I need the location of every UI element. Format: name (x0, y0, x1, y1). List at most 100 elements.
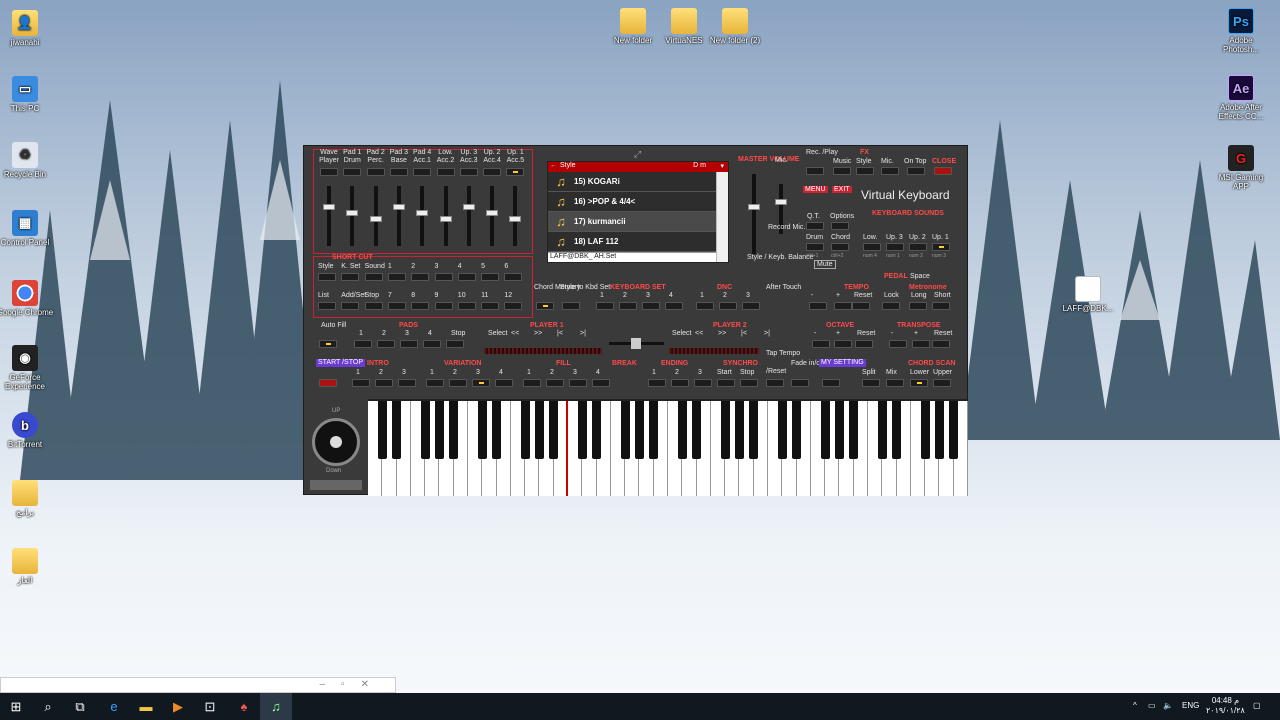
chord-scan-button[interactable] (933, 379, 951, 387)
mixer-volume-slider[interactable] (462, 186, 475, 246)
shortcut-button[interactable] (457, 302, 476, 310)
keyboard-set-button[interactable] (665, 302, 683, 310)
qt-options-button[interactable] (831, 222, 849, 230)
notifications-icon[interactable]: ▢ (1253, 701, 1261, 710)
windows-start-icon[interactable]: ⊞ (0, 693, 32, 720)
shortcut-button[interactable] (341, 273, 360, 281)
fx-mic-button[interactable] (881, 167, 899, 175)
shortcut-button[interactable] (364, 273, 383, 281)
desktop-icon-photoshop[interactable]: Ps Adobe Photosh... (1211, 8, 1271, 54)
arranger-button[interactable] (398, 379, 416, 387)
keyboard-sound-button[interactable] (932, 243, 950, 251)
black-key[interactable] (834, 401, 844, 459)
pad-button[interactable] (423, 340, 441, 348)
pad-button[interactable] (377, 340, 395, 348)
keyboard-sound-button[interactable] (886, 243, 904, 251)
arranger-misc-button[interactable] (791, 379, 809, 387)
qt-options-button[interactable] (806, 222, 824, 230)
shortcut-button[interactable] (364, 302, 383, 310)
black-key[interactable] (620, 401, 630, 459)
keyboard-set-button[interactable] (596, 302, 614, 310)
mod-wheel[interactable] (310, 480, 362, 490)
chord-memory-button[interactable] (562, 302, 580, 310)
pad-button[interactable] (400, 340, 418, 348)
arranger-button[interactable] (592, 379, 610, 387)
synchro-button[interactable] (717, 379, 735, 387)
desktop-icon-chrome[interactable]: Google Chrome (0, 280, 55, 317)
crossfader[interactable] (609, 338, 664, 349)
arranger-button[interactable] (546, 379, 564, 387)
mixer-volume-slider[interactable] (416, 186, 429, 246)
tempo-button[interactable] (909, 302, 927, 310)
pitch-joystick[interactable] (312, 418, 360, 466)
arranger-button[interactable] (523, 379, 541, 387)
mixer-channel-button[interactable] (459, 168, 478, 176)
mixer-volume-slider[interactable] (486, 186, 499, 246)
keyboard-set-button[interactable] (642, 302, 660, 310)
black-key[interactable] (820, 401, 830, 459)
rec-play-button[interactable] (806, 167, 824, 175)
shortcut-button[interactable] (411, 302, 430, 310)
arranger-button[interactable] (375, 379, 393, 387)
window-controls-icon[interactable]: –▫✕ (320, 679, 386, 690)
fx-music-button[interactable] (833, 167, 851, 175)
black-key[interactable] (477, 401, 487, 459)
shortcut-button[interactable] (434, 302, 453, 310)
mixer-channel-button[interactable] (343, 168, 362, 176)
piano-keyboard[interactable] (368, 399, 968, 496)
black-key[interactable] (920, 401, 930, 459)
style-row[interactable]: ♫ 18) LAF 112 (548, 232, 716, 252)
black-key[interactable] (534, 401, 544, 459)
close-button[interactable] (934, 167, 952, 175)
style-row[interactable]: ♫ 16) >POP & 4/4< (548, 192, 716, 212)
style-row[interactable]: ♫ 15) KOGARi (548, 172, 716, 192)
tempo-button[interactable] (809, 302, 827, 310)
black-key[interactable] (577, 401, 587, 459)
black-key[interactable] (892, 401, 902, 459)
desktop-icon-geforce[interactable]: ◉ GeForce Experience (0, 345, 55, 391)
desktop-icon-programs[interactable]: برامج (0, 480, 55, 517)
black-key[interactable] (734, 401, 744, 459)
black-key[interactable] (792, 401, 802, 459)
desktop-icon-file[interactable]: LAFF@DBK... (1058, 276, 1118, 313)
black-key[interactable] (934, 401, 944, 459)
black-key[interactable] (877, 401, 887, 459)
mixer-channel-button[interactable] (436, 168, 455, 176)
arranger-button[interactable] (352, 379, 370, 387)
octave-transpose-button[interactable] (912, 340, 930, 348)
style-row-selected[interactable]: ♫ 17) kurmancii (548, 212, 716, 232)
shortcut-button[interactable] (387, 302, 406, 310)
black-key[interactable] (777, 401, 787, 459)
arranger-button[interactable] (426, 379, 444, 387)
mixer-channel-button[interactable] (389, 168, 408, 176)
mixer-volume-slider[interactable] (509, 186, 522, 246)
black-key[interactable] (520, 401, 530, 459)
desktop-icon-this-pc[interactable]: ▭ This PC (0, 76, 55, 113)
octave-transpose-button[interactable] (889, 340, 907, 348)
arranger-button[interactable] (472, 379, 490, 387)
menu-button[interactable]: MENU (803, 186, 828, 193)
black-key[interactable] (592, 401, 602, 459)
mixer-channel-button[interactable] (320, 168, 338, 176)
dnc-button[interactable] (719, 302, 737, 310)
desktop-icon-gas[interactable]: الغاز (0, 548, 55, 585)
desktop-icon-control-panel[interactable]: ▦ Control Panel (0, 210, 55, 247)
black-key[interactable] (420, 401, 430, 459)
edge-icon[interactable]: e (98, 693, 130, 720)
black-key[interactable] (749, 401, 759, 459)
octave-transpose-button[interactable] (834, 340, 852, 348)
master-volume-slider[interactable] (748, 174, 760, 254)
black-key[interactable] (492, 401, 502, 459)
mixer-channel-button[interactable] (506, 168, 525, 176)
shortcut-button[interactable] (504, 302, 523, 310)
shortcut-button[interactable] (318, 273, 336, 281)
desktop-icon-bittorrent[interactable]: b BitTorrent (0, 412, 55, 449)
black-key[interactable] (720, 401, 730, 459)
black-key[interactable] (692, 401, 702, 459)
tempo-button[interactable] (932, 302, 950, 310)
keyboard-sound-button[interactable] (863, 243, 881, 251)
desktop-icon-user[interactable]: 👤 jiwanahi (0, 10, 55, 47)
chord-memory-button[interactable] (536, 302, 554, 310)
exit-button[interactable]: EXIT (832, 186, 852, 193)
black-key[interactable] (549, 401, 559, 459)
